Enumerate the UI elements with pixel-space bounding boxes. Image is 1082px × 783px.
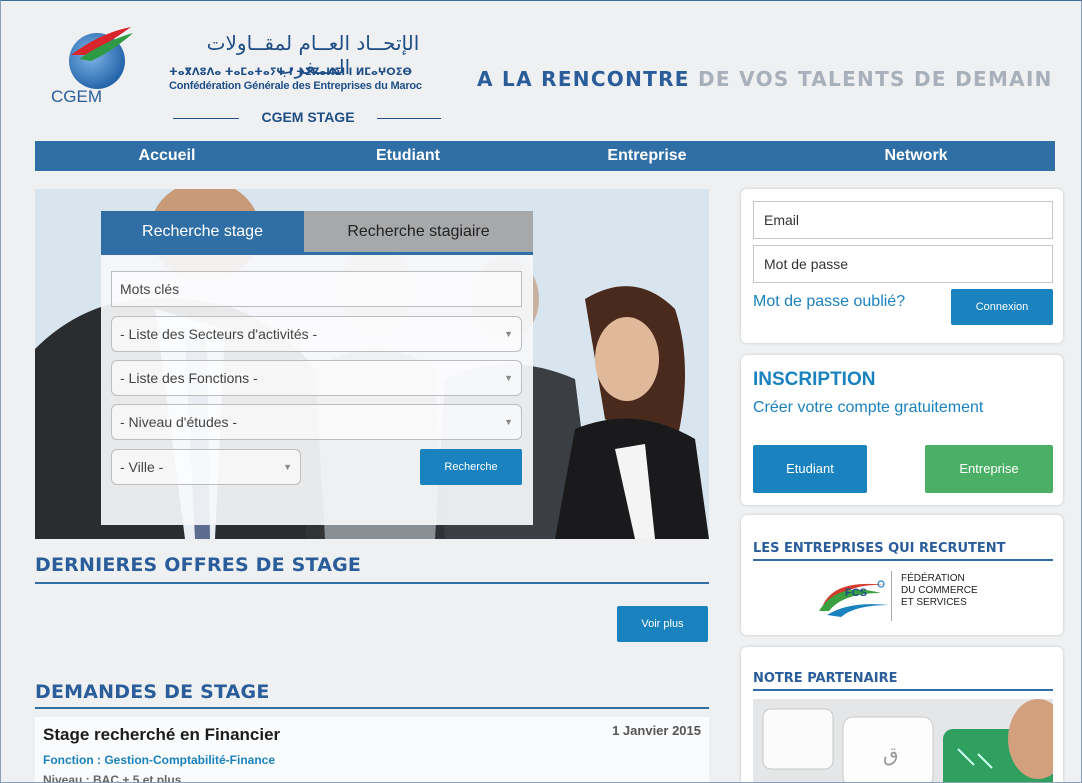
divider (35, 582, 709, 584)
nav-network[interactable]: Network (777, 141, 1055, 171)
sectors-select[interactable]: - Liste des Secteurs d'activités - ▼ (111, 316, 522, 352)
cgem-globe-logo[interactable] (65, 25, 135, 95)
sectors-value: - Liste des Secteurs d'activités - (120, 326, 318, 342)
tagline-highlight: A LA RENCONTRE (477, 67, 690, 91)
nav-etudiant[interactable]: Etudiant (299, 141, 517, 171)
nav-entreprise[interactable]: Entreprise (517, 141, 777, 171)
signup-company-button[interactable]: Entreprise (925, 445, 1053, 493)
latest-offers-title: DERNIERES OFFRES DE STAGE (35, 554, 362, 576)
city-select[interactable]: - Ville - ▼ (111, 449, 301, 485)
nav-accueil[interactable]: Accueil (35, 141, 299, 171)
program-text: CGEM STAGE (261, 109, 355, 125)
divider (753, 689, 1053, 691)
main-nav: Accueil Etudiant Entreprise Network (35, 141, 1055, 171)
list-item[interactable]: Stage recherché en Financier 1 Janvier 2… (35, 717, 709, 783)
fcs-abbr: FCS (845, 587, 867, 599)
login-button[interactable]: Connexion (951, 289, 1053, 325)
request-title[interactable]: Stage recherché en Financier (43, 725, 280, 745)
partner-keyboard-image[interactable]: ق (753, 699, 1053, 783)
request-function: Fonction : Gestion-Comptabilité-Finance (43, 753, 275, 767)
recruiters-card: LES ENTREPRISES QUI RECRUTENT FCS FÉDÉRA… (741, 515, 1063, 635)
tab-recherche-stage[interactable]: Recherche stage (101, 211, 304, 252)
divider (753, 559, 1053, 561)
level-select[interactable]: - Niveau d'études - ▼ (111, 404, 522, 440)
tagline: A LA RENCONTRE DE VOS TALENTS DE DEMAIN (477, 67, 1053, 91)
level-value: - Niveau d'études - (120, 414, 238, 430)
cgem-abbr: CGEM (51, 87, 102, 106)
search-panel: Recherche stage Recherche stagiaire Mots… (101, 211, 533, 525)
chevron-down-icon: ▼ (283, 462, 292, 472)
svg-text:ق: ق (883, 742, 899, 766)
site-header: CGEM الإتحــاد العــام لمقــاولات المــغ… (35, 13, 1055, 131)
chevron-down-icon: ▼ (504, 329, 513, 339)
city-value: - Ville - (120, 459, 164, 475)
request-level: Niveau : BAC + 5 et plus (43, 773, 182, 783)
divider (35, 707, 709, 709)
login-card: Email Mot de passe Mot de passe oublié? … (741, 189, 1063, 343)
fcs-line-3: ET SERVICES (901, 597, 967, 608)
signup-title: INSCRIPTION (753, 369, 876, 390)
signup-student-button[interactable]: Etudiant (753, 445, 867, 493)
voir-plus-button[interactable]: Voir plus (617, 606, 708, 642)
tifinagh-name: ⵜⴰⴳⴷⵓⴷⴰ ⵜⴰⵎⴰⵜⴰⵢⵜ ⵏ ⵜⵉⴽⴰⵍⵉⵏ ⵏ ⵍⵎⴰⵖⵔⵉⴱ (169, 67, 412, 78)
chevron-down-icon: ▼ (504, 417, 513, 427)
fcs-line-2: DU COMMERCE (901, 585, 978, 596)
password-field[interactable]: Mot de passe (753, 245, 1053, 283)
functions-value: - Liste des Fonctions - (120, 370, 258, 386)
request-date: 1 Janvier 2015 (612, 723, 701, 738)
tab-recherche-stagiaire[interactable]: Recherche stagiaire (304, 211, 533, 252)
fcs-name: FÉDÉRATION DU COMMERCE ET SERVICES (901, 573, 978, 609)
partner-title: NOTRE PARTENAIRE (753, 671, 898, 686)
signup-subtitle: Créer votre compte gratuitement (753, 399, 984, 416)
recruiters-title: LES ENTREPRISES QUI RECRUTENT (753, 541, 1006, 556)
tagline-rest: DE VOS TALENTS DE DEMAIN (689, 67, 1053, 91)
chevron-down-icon: ▼ (504, 373, 513, 383)
fcs-line-1: FÉDÉRATION (901, 573, 965, 584)
functions-select[interactable]: - Liste des Fonctions - ▼ (111, 360, 522, 396)
french-name: Confédération Générale des Entreprises d… (169, 80, 422, 92)
search-tabs: Recherche stage Recherche stagiaire (101, 211, 533, 255)
program-label: CGEM STAGE (173, 109, 441, 127)
keywords-input[interactable]: Mots clés (111, 271, 522, 307)
forgot-password-link[interactable]: Mot de passe oublié? (753, 293, 905, 311)
signup-card: INSCRIPTION Créer votre compte gratuitem… (741, 355, 1063, 505)
search-button[interactable]: Recherche (420, 449, 522, 485)
partner-card: NOTRE PARTENAIRE ق (741, 647, 1063, 783)
fcs-logo[interactable]: FCS FÉDÉRATION DU COMMERCE ET SERVICES (815, 571, 995, 623)
requests-title: DEMANDES DE STAGE (35, 681, 270, 703)
page-frame: CGEM الإتحــاد العــام لمقــاولات المــغ… (0, 0, 1082, 783)
email-field[interactable]: Email (753, 201, 1053, 239)
